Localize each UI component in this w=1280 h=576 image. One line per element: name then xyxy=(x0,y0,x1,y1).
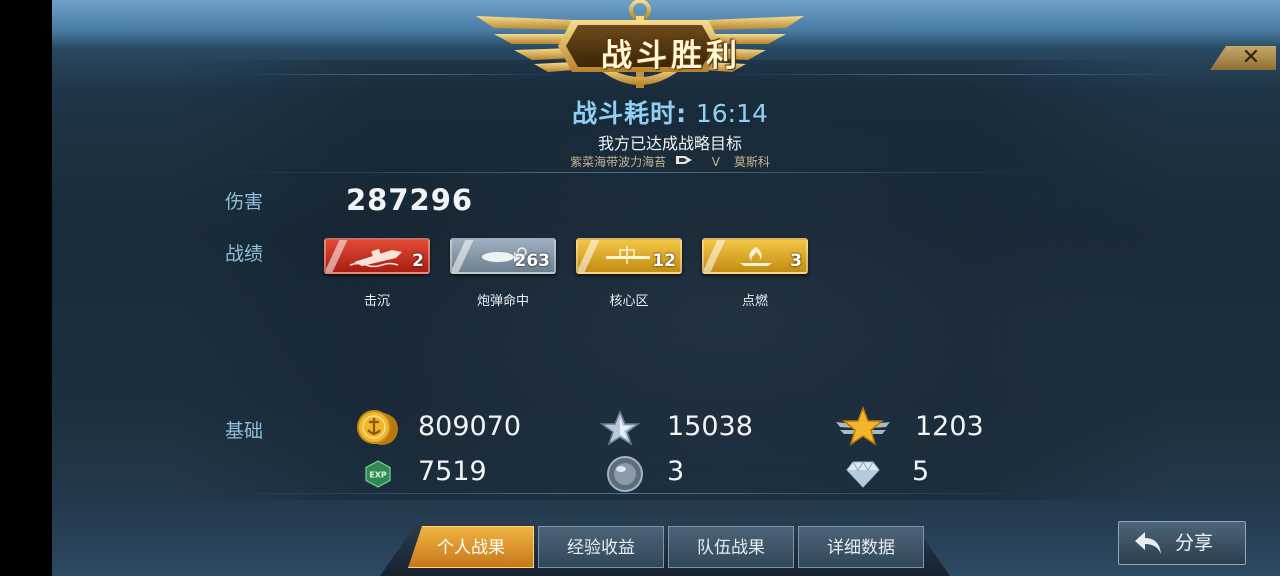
vs-label: V xyxy=(711,154,721,169)
damage-value: 287296 xyxy=(346,183,474,217)
left-black-bar xyxy=(0,0,52,576)
star-wings-value: 1203 xyxy=(915,411,984,442)
duration-label: 战斗耗时: xyxy=(572,99,688,128)
exp-badge-text: EXP xyxy=(369,471,387,480)
battle-duration: 战斗耗时: 16:14 xyxy=(500,94,840,130)
tab-exp-earnings[interactable]: 经验收益 xyxy=(538,526,664,568)
medal-caption: 击沉 xyxy=(363,294,390,309)
share-arrow-icon xyxy=(1135,532,1161,554)
victory-title: 战斗胜利 xyxy=(601,38,741,74)
citadel-icon xyxy=(606,246,650,264)
medal-count: 12 xyxy=(652,251,676,271)
medal-shell-hit[interactable]: 263 xyxy=(450,238,556,274)
tab-team-results[interactable]: 队伍战果 xyxy=(668,526,794,568)
matchup: 紫菜海带波力海苔 V 莫斯科 xyxy=(480,153,860,170)
diamond-icon xyxy=(846,461,880,488)
steel-orb-value: 3 xyxy=(667,456,685,487)
objective-text: 我方已达成战略目标 xyxy=(597,134,742,153)
record-label: 战绩 xyxy=(225,243,264,265)
fleet-flag-icon xyxy=(675,155,692,168)
damage-label: 伤害 xyxy=(225,191,264,213)
medal-citadel[interactable]: 12 xyxy=(576,238,682,274)
fire-icon xyxy=(740,247,772,266)
share-label: 分享 xyxy=(1175,532,1214,554)
sinking-ship-icon xyxy=(349,248,402,268)
basic-label: 基础 xyxy=(225,420,264,442)
medal-stripe xyxy=(326,240,348,272)
medal-sink[interactable]: 2 xyxy=(324,238,430,274)
medal-count: 2 xyxy=(412,251,424,271)
medal-count: 263 xyxy=(514,251,551,271)
gold-star-wings-icon xyxy=(836,406,890,446)
medal-caption: 炮弹命中 xyxy=(476,294,529,309)
exp-value: 7519 xyxy=(418,456,487,487)
silver-star-icon xyxy=(600,410,640,446)
duration-value: 16:14 xyxy=(695,99,768,128)
bottom-divider xyxy=(220,493,1040,494)
tab-personal-results[interactable]: 个人战果 xyxy=(408,526,534,568)
exp-icon: EXP xyxy=(365,460,391,488)
medal-count: 3 xyxy=(790,251,802,271)
steel-orb-icon xyxy=(607,456,643,492)
gold-coin-icon xyxy=(357,410,398,445)
diamond-value: 5 xyxy=(912,456,930,487)
medal-stripe xyxy=(704,240,726,272)
team-right-name: 莫斯科 xyxy=(733,155,770,169)
medal-stripe xyxy=(452,240,474,272)
silver-star-value: 15038 xyxy=(667,411,753,442)
medal-fire[interactable]: 3 xyxy=(702,238,808,274)
tab-detailed-data[interactable]: 详细数据 xyxy=(798,526,924,568)
medal-caption: 核心区 xyxy=(609,294,649,309)
info-divider xyxy=(220,172,1040,173)
medal-caption: 点燃 xyxy=(741,294,768,309)
gold-value: 809070 xyxy=(418,411,522,442)
medal-stripe xyxy=(578,240,600,272)
share-button[interactable]: 分享 xyxy=(1118,521,1246,565)
team-left-name: 紫菜海带波力海苔 xyxy=(570,155,667,169)
